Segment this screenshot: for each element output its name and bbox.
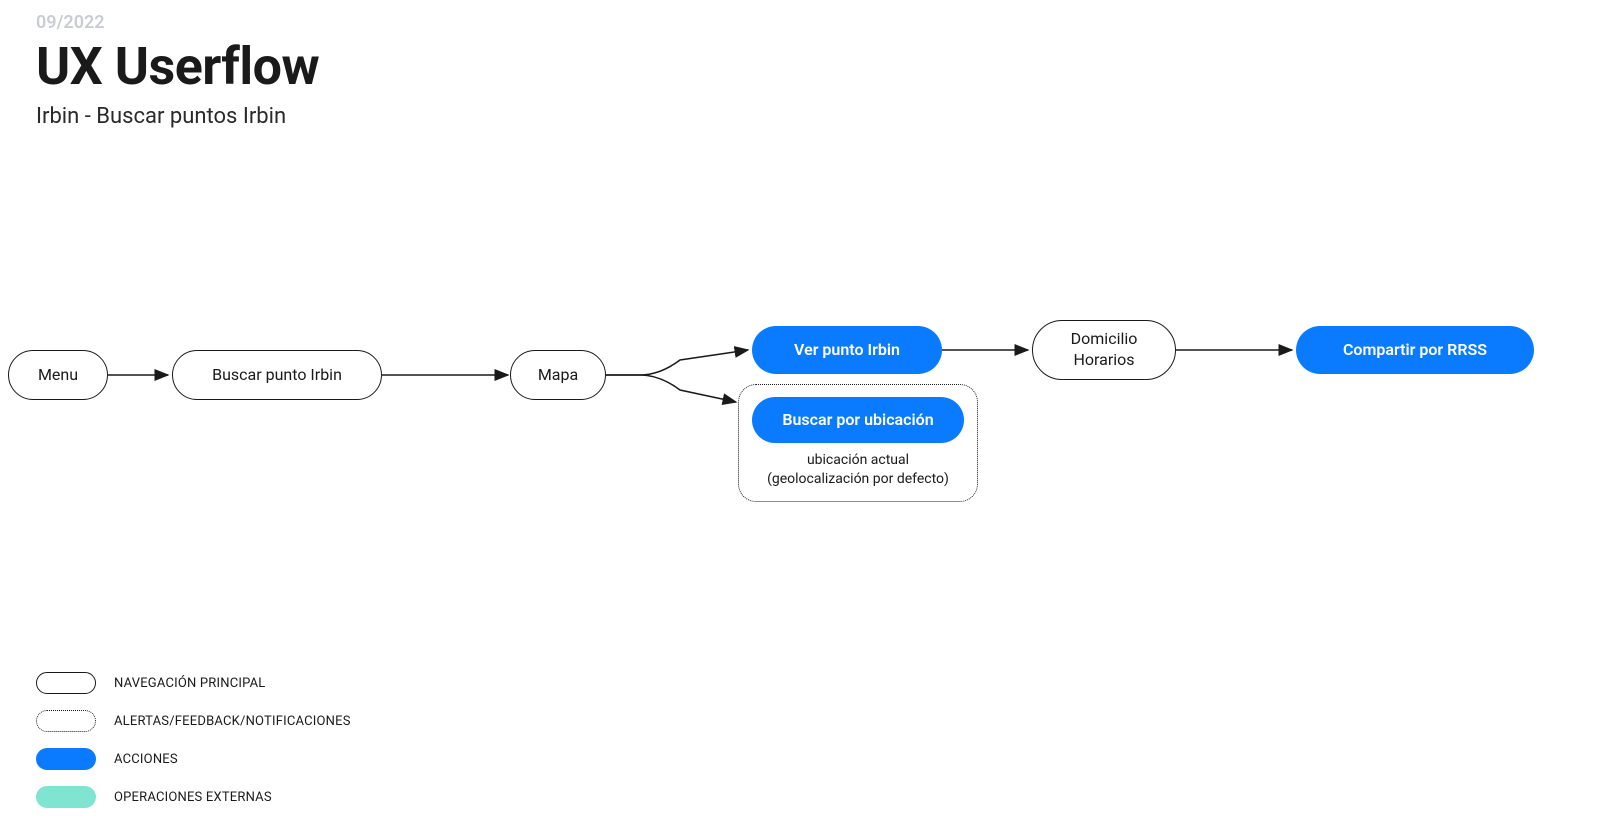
legend-swatch-external [36, 786, 96, 808]
node-domicilio-label: Domicilio Horarios [1071, 329, 1138, 371]
node-domicilio-horarios: Domicilio Horarios [1032, 320, 1176, 380]
legend-swatch-action [36, 748, 96, 770]
legend-row-feedback: ALERTAS/FEEDBACK/NOTIFICACIONES [36, 710, 351, 732]
legend-swatch-nav [36, 672, 96, 694]
node-mapa: Mapa [510, 350, 606, 400]
legend-label-nav: NAVEGACIÓN PRINCIPAL [114, 676, 266, 691]
legend-label-action: ACCIONES [114, 752, 178, 767]
legend-label-feedback: ALERTAS/FEEDBACK/NOTIFICACIONES [114, 714, 351, 729]
node-menu-label: Menu [38, 365, 78, 386]
node-buscar-ubicacion-caption: ubicación actual(geolocalización por def… [767, 451, 949, 489]
node-domicilio-line2: Horarios [1073, 350, 1134, 369]
legend: NAVEGACIÓN PRINCIPAL ALERTAS/FEEDBACK/NO… [36, 672, 351, 808]
legend-swatch-feedback [36, 710, 96, 732]
node-ver-punto-label: Ver punto Irbin [794, 340, 900, 361]
node-buscar-ubicacion-group: Buscar por ubicación ubicación actual(ge… [738, 384, 978, 502]
node-compartir-label: Compartir por RRSS [1343, 340, 1487, 361]
legend-label-external: OPERACIONES EXTERNAS [114, 790, 272, 805]
node-domicilio-line1: Domicilio [1071, 329, 1138, 348]
node-compartir-rrss: Compartir por RRSS [1296, 326, 1534, 374]
node-menu: Menu [8, 350, 108, 400]
legend-row-nav: NAVEGACIÓN PRINCIPAL [36, 672, 351, 694]
node-buscar-por-ubicacion: Buscar por ubicación [752, 397, 964, 443]
node-ver-punto-irbin: Ver punto Irbin [752, 326, 942, 374]
node-mapa-label: Mapa [538, 365, 578, 386]
legend-row-external: OPERACIONES EXTERNAS [36, 786, 351, 808]
node-buscar-punto-irbin: Buscar punto Irbin [172, 350, 382, 400]
node-buscar-ubicacion-label: Buscar por ubicación [782, 410, 933, 431]
legend-row-action: ACCIONES [36, 748, 351, 770]
node-buscar-punto-label: Buscar punto Irbin [212, 365, 342, 386]
